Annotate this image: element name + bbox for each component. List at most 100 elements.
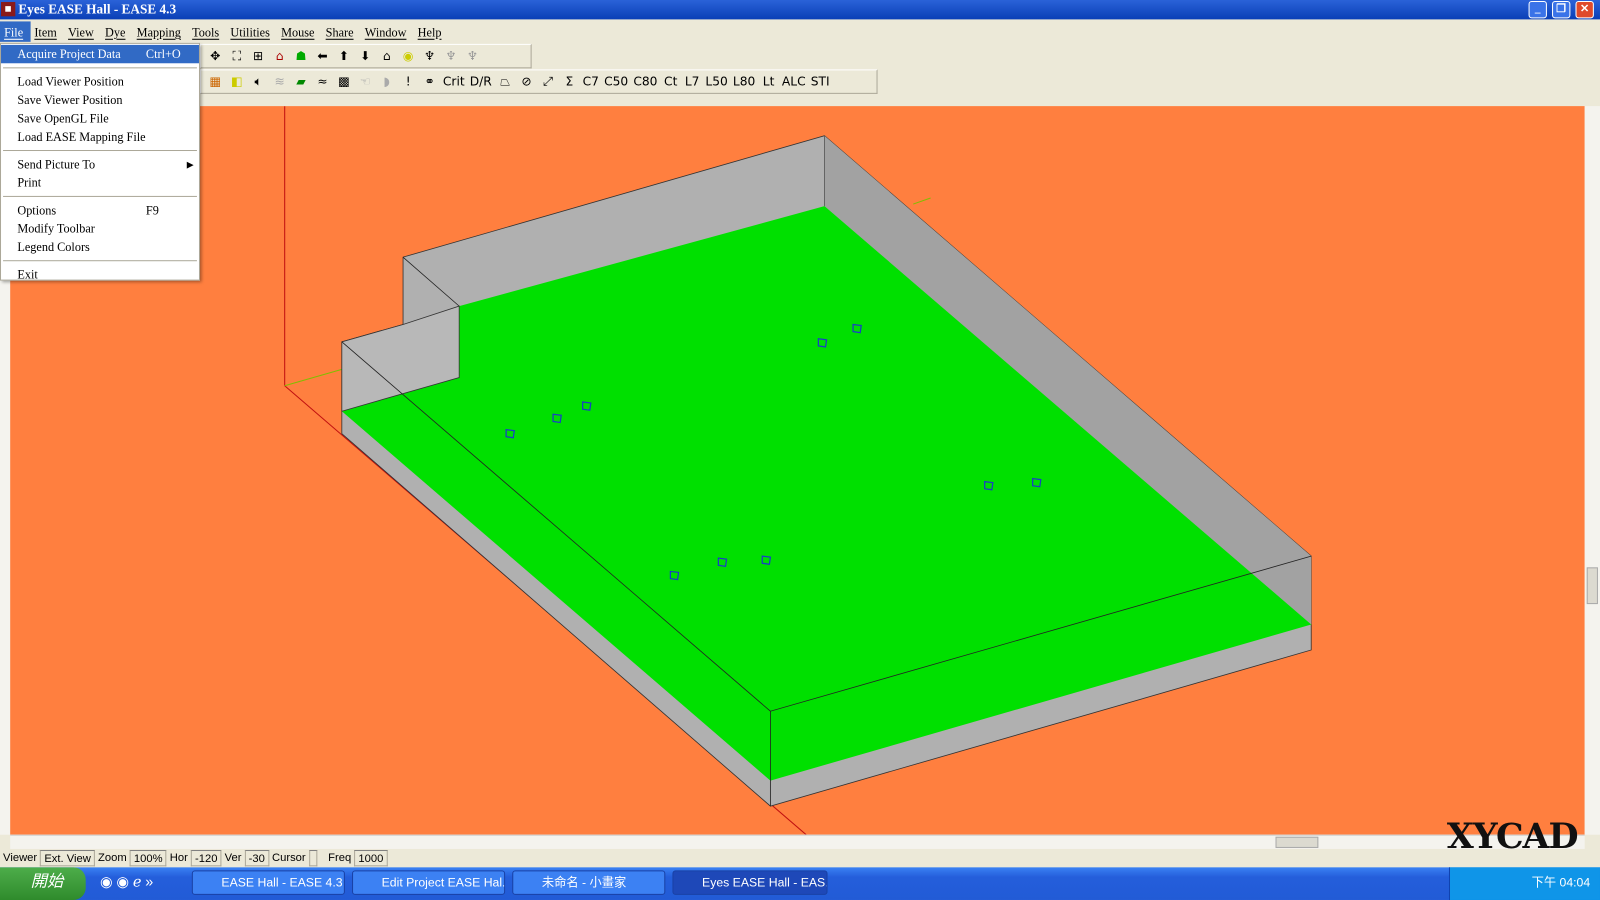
freq-label: Freq (328, 852, 352, 865)
ct-button[interactable]: Ct (663, 74, 679, 88)
menu-separator (3, 195, 197, 197)
exclamation-button[interactable]: ! (400, 74, 416, 88)
walker-icon[interactable]: ☗ (293, 49, 309, 63)
menu-item[interactable]: Item (30, 21, 64, 41)
zoom-extents-icon[interactable]: ⊞ (250, 49, 266, 63)
menu-separator (3, 149, 197, 152)
menu-send-picture-to[interactable]: Send Picture To ▶ (1, 155, 199, 173)
menu-share[interactable]: Share (322, 21, 361, 41)
move-icon[interactable]: ✥ (207, 49, 223, 63)
gift-icon[interactable]: ⌂ (271, 49, 287, 63)
menu-mouse[interactable]: Mouse (277, 21, 322, 41)
menu-shortcut: F9 (145, 203, 159, 218)
link-icon[interactable]: ⚭ (421, 74, 437, 88)
color-map-icon[interactable]: ▦ (207, 74, 223, 88)
menu-modify-toolbar[interactable]: Modify Toolbar (1, 219, 199, 237)
alc-button[interactable]: ALC (782, 74, 806, 88)
arrow-down-icon[interactable]: ⬇ (357, 49, 373, 63)
arrow-left-icon[interactable]: ⬅ (314, 49, 330, 63)
horizontal-scrollbar[interactable] (10, 834, 1585, 849)
hor-label: Hor (169, 852, 188, 865)
c80-button[interactable]: C80 (633, 74, 657, 88)
minimize-button[interactable]: _ (1528, 1, 1547, 19)
vertical-scroll-thumb[interactable] (1586, 567, 1598, 605)
speaker-array-3-icon[interactable]: ♆ (464, 49, 480, 63)
menu-legend-colors[interactable]: Legend Colors (1, 238, 199, 256)
freq-value: 1000 (354, 849, 388, 867)
l80-button[interactable]: L80 (733, 74, 755, 88)
restore-button[interactable]: ❐ (1552, 1, 1571, 19)
viewer-label: Viewer (3, 852, 38, 865)
menu-mapping[interactable]: Mapping (133, 21, 188, 41)
cursor-value (308, 849, 317, 867)
close-button[interactable]: ✕ (1575, 1, 1594, 19)
sti-button[interactable]: STI (811, 74, 830, 88)
speaker-sound-icon[interactable]: 🔈︎ (250, 74, 266, 89)
lt-button[interactable]: Lt (760, 74, 776, 88)
menu-shortcut: Ctrl+O (145, 46, 181, 62)
toolbar-analysis: ▦ ◧ 🔈︎ ≋ ▰ ≈ ▩ ☜ ◗ ! ⚭ Crit D/R ⏢ ⊘ ⤢ Σ … (199, 69, 878, 94)
taskbar: 開始 ◉ ◉ ℯ » EASE Hall - EASE 4.3 Edit Pro… (0, 867, 1600, 900)
measure-icon[interactable]: ⤢ (540, 74, 556, 89)
crit-button[interactable]: Crit (443, 74, 465, 88)
menu-file[interactable]: File (0, 21, 31, 42)
task-eyes-ease-hall[interactable]: Eyes EASE Hall - EAS... (672, 870, 828, 895)
horizontal-scroll-thumb[interactable] (1275, 836, 1319, 848)
start-button[interactable]: 開始 (0, 867, 86, 900)
quick-launch-icons[interactable]: ◉ ◉ ℯ » (100, 873, 153, 890)
task-paint[interactable]: 未命名 - 小畫家 (512, 870, 666, 895)
menu-save-viewer-position[interactable]: Save Viewer Position (1, 91, 199, 109)
hand-icon[interactable]: ☜ (357, 74, 373, 88)
menu-tools[interactable]: Tools (188, 21, 226, 41)
film-icon[interactable]: ▩ (336, 74, 352, 88)
axis-y-end (913, 197, 931, 205)
ver-value: -30 (244, 849, 269, 867)
window-title: Eyes EASE Hall - EASE 4.3 (18, 1, 177, 17)
speaker-array-2-icon[interactable]: ♆ (443, 49, 459, 63)
wave-icon[interactable]: ≈ (314, 74, 330, 88)
menu-view[interactable]: View (64, 21, 101, 41)
globe-icon[interactable]: ◉ (400, 49, 416, 63)
menu-window[interactable]: Window (361, 21, 414, 41)
ver-label: Ver (224, 852, 242, 865)
speaker-array-icon[interactable]: ♆ (421, 49, 437, 63)
menu-print[interactable]: Print (1, 173, 199, 191)
sum-button[interactable]: Σ (561, 74, 577, 88)
3d-viewport[interactable] (10, 106, 1585, 835)
menu-dye[interactable]: Dye (101, 21, 133, 41)
arrow-up-icon[interactable]: ⬆ (336, 49, 352, 63)
toolbar-view: ✥ ⛶ ⊞ ⌂ ☗ ⬅ ⬆ ⬇ ⌂ ◉ ♆ ♆ ♆ (199, 43, 532, 69)
menu-separator (3, 260, 197, 262)
zoom-fit-icon[interactable]: ⛶ (229, 48, 245, 63)
dr-button[interactable]: D/R (470, 74, 492, 88)
menu-load-viewer-position[interactable]: Load Viewer Position (1, 72, 199, 90)
menu-exit[interactable]: Exit (1, 265, 199, 283)
task-edit-project[interactable]: Edit Project EASE Hal... (352, 870, 506, 895)
menu-options[interactable]: Options F9 (1, 201, 199, 219)
c50-button[interactable]: C50 (604, 74, 628, 88)
no-entry-icon[interactable]: ⊘ (518, 74, 534, 88)
menu-load-ease-mapping-file[interactable]: Load EASE Mapping File (1, 128, 199, 146)
c7-button[interactable]: C7 (583, 74, 599, 88)
menu-help[interactable]: Help (414, 21, 449, 41)
submenu-arrow-icon: ▶ (186, 159, 194, 170)
vertical-scrollbar[interactable] (1584, 106, 1600, 835)
menu-utilities[interactable]: Utilities (226, 21, 277, 41)
ear-icon[interactable]: ◗ (379, 74, 395, 88)
clock[interactable]: 下午 04:04 (1532, 876, 1591, 890)
ease-window: ◼ Eyes EASE Hall - EASE 4.3 _ ❐ ✕ File I… (0, 0, 1600, 900)
axis-y (284, 368, 342, 387)
home-icon[interactable]: ⌂ (379, 49, 395, 63)
menu-acquire-project-data[interactable]: Acquire Project Data Ctrl+O (1, 44, 199, 64)
menu-save-opengl-file[interactable]: Save OpenGL File (1, 109, 199, 127)
status-bar: Viewer Ext. View Zoom 100% Hor -120 Ver … (0, 849, 1600, 867)
l7-button[interactable]: L7 (684, 74, 700, 88)
viewer-value: Ext. View (40, 849, 95, 867)
shape-icon[interactable]: ⏢ (497, 74, 513, 89)
zoom-label: Zoom (98, 852, 127, 865)
sound-off-icon[interactable]: ≋ (271, 74, 287, 88)
select-icon[interactable]: ◧ (229, 74, 245, 88)
green-area-icon[interactable]: ▰ (293, 74, 309, 88)
task-ease-hall[interactable]: EASE Hall - EASE 4.3 (191, 870, 345, 895)
l50-button[interactable]: L50 (705, 74, 727, 88)
